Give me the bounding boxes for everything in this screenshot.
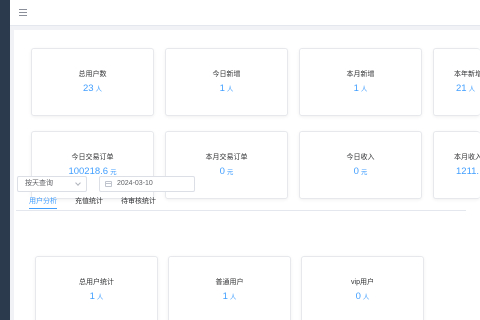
stat-value: 1211. xyxy=(456,166,480,177)
tab-pending-review-stats[interactable]: 待审核统计 xyxy=(121,198,156,210)
stat-unit: 元 xyxy=(226,169,234,176)
stat-value: 0 xyxy=(355,291,361,302)
stat-value: 1 xyxy=(219,83,225,94)
stat-card-month-new: 本月新增 1人 xyxy=(299,48,422,116)
stat-value-wrap: 0元 xyxy=(300,166,421,177)
stat-value: 21 xyxy=(456,83,467,94)
stat-value: 0 xyxy=(353,166,359,177)
stat-card-year-new: 本年新增 21 人 xyxy=(433,48,480,116)
stat-value: 1 xyxy=(89,291,95,302)
stat-unit: 人 xyxy=(229,294,237,301)
stat-label: vip用户 xyxy=(351,279,374,286)
stat-label: 总用户统计 xyxy=(79,279,114,286)
tabs-divider xyxy=(16,210,466,211)
user-card-total: 总用户统计 1人 xyxy=(35,256,158,320)
tab-recharge-stats[interactable]: 充值统计 xyxy=(75,198,103,210)
stat-value-wrap: 21 人 xyxy=(456,83,475,94)
stat-label: 本月新增 xyxy=(346,71,375,78)
stat-unit: 人 xyxy=(95,86,103,93)
stat-value: 23 xyxy=(82,83,94,94)
tab-user-analysis[interactable]: 用户分析 xyxy=(29,198,57,210)
stat-label: 普通用户 xyxy=(215,279,244,286)
stat-label: 本年新增 xyxy=(454,71,480,78)
stat-unit: 人 xyxy=(468,86,476,93)
stat-label: 本月收入 xyxy=(454,154,480,161)
stats-tabs: 用户分析 充值统计 待审核统计 xyxy=(16,198,456,210)
stat-card-month-income: 本月收入 1211. xyxy=(433,131,480,199)
stat-value-wrap: 1人 xyxy=(166,83,287,94)
stat-value: 1 xyxy=(222,291,228,302)
stat-value-wrap: 1人 xyxy=(300,83,421,94)
query-mode-select[interactable]: 按天查询 xyxy=(17,176,87,192)
stat-label: 总用户数 xyxy=(78,71,107,78)
stat-label: 今日交易订单 xyxy=(71,154,114,161)
stat-value: 0 xyxy=(219,166,225,177)
stat-value: 1 xyxy=(353,83,359,94)
stat-label: 今日新增 xyxy=(212,71,241,78)
date-picker-input[interactable]: 2024-03-10 xyxy=(99,176,195,192)
stat-unit: 人 xyxy=(362,294,370,301)
sidebar xyxy=(0,0,10,320)
stat-value-wrap: 23 人 xyxy=(32,83,153,94)
stat-unit: 元 xyxy=(360,169,368,176)
stat-unit: 元 xyxy=(110,169,117,176)
stat-label: 本月交易订单 xyxy=(205,154,248,161)
stat-unit: 人 xyxy=(226,86,234,93)
user-card-vip: vip用户 0人 xyxy=(301,256,424,320)
stat-value-wrap: 1人 xyxy=(36,291,157,302)
stat-unit: 人 xyxy=(360,86,368,93)
stat-value-wrap: 0人 xyxy=(302,291,423,302)
date-value: 2024-03-10 xyxy=(117,180,153,187)
top-bar xyxy=(10,0,480,26)
stat-card-total-users: 总用户数 23 人 xyxy=(31,48,154,116)
stat-card-today-income: 今日收入 0元 xyxy=(299,131,422,199)
hamburger-menu-icon[interactable] xyxy=(19,9,27,16)
stat-card-today-new: 今日新增 1人 xyxy=(165,48,288,116)
calendar-icon xyxy=(105,181,112,187)
stat-value-wrap: 1人 xyxy=(169,291,290,302)
query-mode-value: 按天查询 xyxy=(25,180,53,187)
stat-label: 今日收入 xyxy=(346,154,375,161)
stat-value-wrap: 1211. xyxy=(456,166,480,177)
chevron-down-icon xyxy=(75,180,81,186)
user-card-normal: 普通用户 1人 xyxy=(168,256,291,320)
stat-unit: 人 xyxy=(96,294,104,301)
